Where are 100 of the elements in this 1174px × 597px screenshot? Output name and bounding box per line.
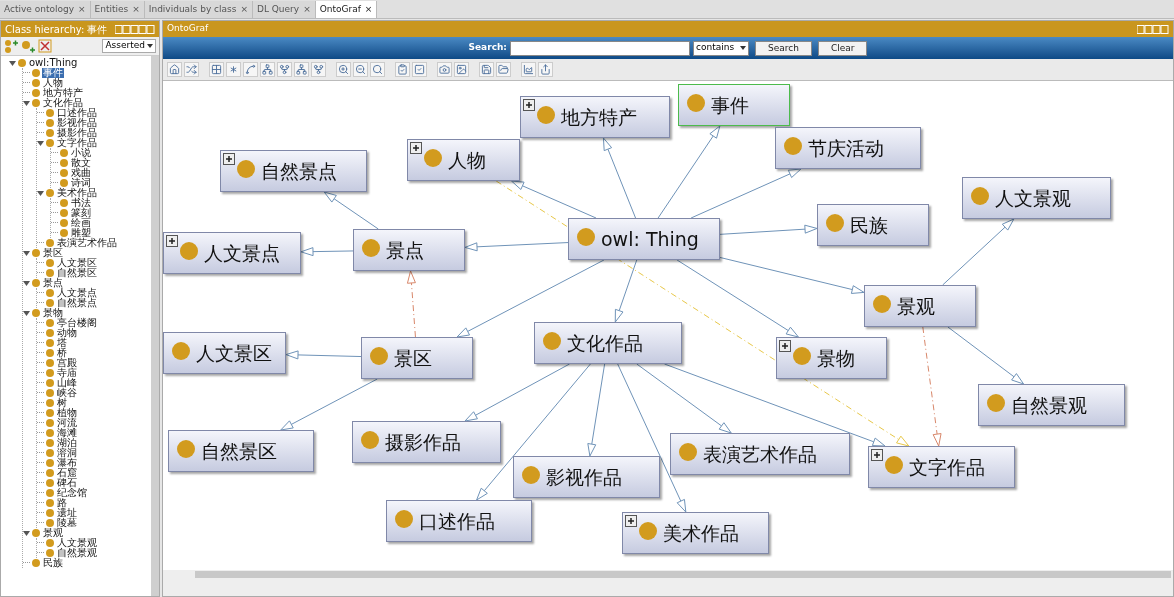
tree-item[interactable]: 小说 [70, 148, 92, 158]
chart-icon[interactable] [521, 62, 536, 77]
add-sibling-icon[interactable] [21, 39, 35, 53]
tree-item[interactable]: 湖泊 [56, 438, 78, 448]
grid-icon[interactable] [209, 62, 224, 77]
class-node[interactable]: 美术作品 [622, 512, 769, 554]
tree-item[interactable]: 戏曲 [70, 168, 92, 178]
class-node[interactable]: 人文景观 [962, 177, 1111, 219]
tree-item[interactable]: 表演艺术作品 [56, 238, 118, 248]
tree-item[interactable]: 人文景区 [56, 258, 98, 268]
class-node[interactable]: owl: Thing [568, 218, 720, 260]
tree-item[interactable]: 亭台楼阁 [56, 318, 98, 328]
expand-icon[interactable] [779, 340, 791, 352]
save-icon[interactable] [479, 62, 494, 77]
clipboard-icon[interactable] [395, 62, 410, 77]
fork-icon[interactable] [311, 62, 326, 77]
tree-item[interactable]: 文字作品 [56, 138, 98, 148]
tree-item[interactable]: 峡谷 [56, 388, 78, 398]
tree-item[interactable]: 摄影作品 [56, 128, 98, 138]
tree-item[interactable]: 美术作品 [56, 188, 98, 198]
tree-item[interactable]: 陵墓 [56, 518, 78, 528]
tree-item[interactable]: 遗址 [56, 508, 78, 518]
search-field[interactable] [510, 40, 690, 56]
collapse-triangle-icon[interactable] [23, 309, 30, 317]
tree-item[interactable]: 书法 [70, 198, 92, 208]
tree-item[interactable]: 诗词 [70, 178, 92, 188]
tree-item[interactable]: 景观 [42, 528, 64, 538]
class-node[interactable]: 文字作品 [868, 446, 1015, 488]
zoom-in-icon[interactable] [336, 62, 351, 77]
expand-icon[interactable] [166, 235, 178, 247]
class-node[interactable]: 景观 [864, 285, 976, 327]
collapse-triangle-icon[interactable] [23, 99, 30, 107]
tree-item[interactable]: 桥 [56, 348, 68, 358]
image-icon[interactable] [454, 62, 469, 77]
tree-item[interactable]: 自然景点 [56, 298, 98, 308]
window-controls-icon[interactable] [115, 24, 155, 34]
add-subclass-icon[interactable] [4, 39, 18, 53]
tree-layout-icon[interactable] [260, 62, 275, 77]
expand-icon[interactable] [223, 153, 235, 165]
class-node[interactable]: 人文景点 [163, 232, 301, 274]
tree-item[interactable]: 自然景区 [56, 268, 98, 278]
tree-item[interactable]: 塔 [56, 338, 68, 348]
tree-item[interactable]: 地方特产 [42, 88, 84, 98]
expand-icon[interactable] [410, 142, 422, 154]
class-node[interactable]: 景区 [361, 337, 473, 379]
tab-close[interactable]: × [132, 2, 140, 17]
tree-item[interactable]: 山峰 [56, 378, 78, 388]
asterisk-icon[interactable] [226, 62, 241, 77]
collapse-triangle-icon[interactable] [37, 189, 44, 197]
search-icon[interactable] [370, 62, 385, 77]
tab[interactable]: Individuals by class × [144, 1, 253, 18]
tab[interactable]: OntoGraf × [315, 1, 378, 18]
delete-class-icon[interactable] [38, 39, 52, 53]
tree-item[interactable]: 宫殿 [56, 358, 78, 368]
scrollbar[interactable] [151, 56, 159, 596]
tree-item[interactable]: 人文景观 [56, 538, 98, 548]
tree-item[interactable]: 篆刻 [70, 208, 92, 218]
tree-item[interactable]: 植物 [56, 408, 78, 418]
view-dropdown[interactable]: Asserted [102, 39, 156, 53]
collapse-triangle-icon[interactable] [37, 139, 44, 147]
tree-item[interactable]: 景点 [42, 278, 64, 288]
tree-item[interactable]: 自然景观 [56, 548, 98, 558]
tree-item[interactable]: 人物 [42, 78, 64, 88]
expand-icon[interactable] [523, 99, 535, 111]
class-node[interactable]: 人文景区 [163, 332, 286, 374]
fork-icon[interactable] [277, 62, 292, 77]
tree-item[interactable]: 散文 [70, 158, 92, 168]
tab-close[interactable]: × [303, 2, 311, 17]
toolbar-button[interactable]: Clear [817, 40, 868, 56]
class-node[interactable]: 摄影作品 [352, 421, 501, 463]
tree-item[interactable]: 寺庙 [56, 368, 78, 378]
tree-item[interactable]: owl:Thing [28, 58, 79, 68]
expand-icon[interactable] [871, 449, 883, 461]
tree-item[interactable]: 事件 [42, 68, 64, 78]
class-node[interactable]: 地方特产 [520, 96, 670, 138]
camera-icon[interactable] [437, 62, 452, 77]
class-node[interactable]: 民族 [817, 204, 929, 246]
class-node[interactable]: 影视作品 [513, 456, 660, 498]
tree-item[interactable]: 影视作品 [56, 118, 98, 128]
tab-close[interactable]: × [240, 2, 248, 17]
class-node[interactable]: 口述作品 [386, 500, 532, 542]
tree-item[interactable]: 景区 [42, 248, 64, 258]
tree-item[interactable]: 口述作品 [56, 108, 98, 118]
spline-icon[interactable] [243, 62, 258, 77]
class-node[interactable]: 事件 [678, 84, 790, 126]
tree-item[interactable]: 河流 [56, 418, 78, 428]
toolbar-button[interactable]: Search [755, 40, 812, 56]
shuffle-icon[interactable] [184, 62, 199, 77]
tree-item[interactable]: 绘画 [70, 218, 92, 228]
tab[interactable]: DL Query × [252, 1, 316, 18]
class-node[interactable]: 节庆活动 [775, 127, 921, 169]
match-dropdown[interactable]: contains [693, 40, 749, 56]
tree-item[interactable]: 雕塑 [70, 228, 92, 238]
class-node[interactable]: 文化作品 [534, 322, 682, 364]
tab[interactable]: Active ontology × [0, 1, 91, 18]
tree-item[interactable]: 人文景点 [56, 288, 98, 298]
tree-item[interactable]: 溶洞 [56, 448, 78, 458]
export-icon[interactable] [538, 62, 553, 77]
collapse-triangle-icon[interactable] [23, 529, 30, 537]
tree-item[interactable]: 纪念馆 [56, 488, 88, 498]
